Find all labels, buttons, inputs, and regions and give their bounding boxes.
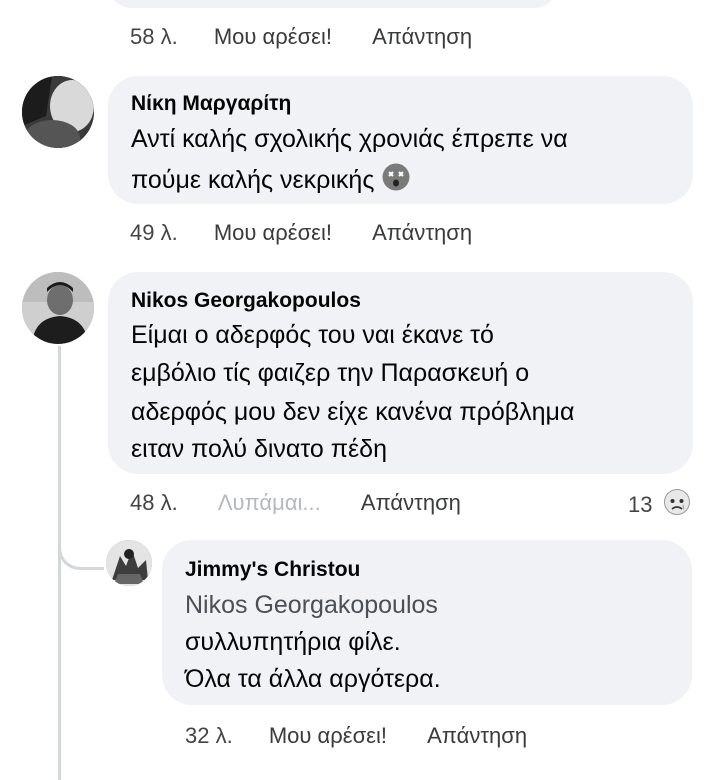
comment-author[interactable]: Nikos Georgakopoulos	[131, 289, 361, 313]
comment-meta: 49 λ. Μου αρέσει! Απάντηση	[130, 220, 472, 246]
reply-button[interactable]: Απάντηση	[372, 24, 472, 49]
reaction-count: 13	[628, 492, 653, 517]
avatar[interactable]	[22, 76, 94, 148]
comment-time: 49 λ.	[130, 220, 178, 245]
comment-text-line: Αντί καλής σχολικής χρονιάς έπρεπε να	[131, 125, 568, 153]
dizzy-face-emoji-icon	[381, 162, 411, 202]
comment-text-line: Είμαι ο αδερφός του ναι έκανε τό	[131, 321, 494, 349]
comment-text-line: Όλα τα άλλα αργότερα.	[185, 665, 441, 693]
previous-comment-bubble	[108, 0, 558, 8]
thread-connector-curve	[58, 520, 104, 570]
comment-meta: 48 λ. Λυπάμαι... Απάντηση	[130, 490, 461, 516]
reply-button[interactable]: Απάντηση	[372, 220, 472, 245]
reply-button[interactable]: Απάντηση	[361, 490, 461, 515]
like-button[interactable]: Μου αρέσει!	[269, 723, 387, 748]
comment-text-line: ειταν πολύ δινατο πέδη	[131, 435, 387, 463]
avatar[interactable]	[106, 540, 152, 586]
sad-reaction-icon	[663, 488, 691, 522]
comment-author[interactable]: Νίκη Μαργαρίτη	[131, 92, 291, 116]
comment-time: 58 λ.	[130, 24, 178, 49]
comment-text-line: πούμε καλής νεκρικής	[131, 162, 411, 202]
comment-text-line: πούμε καλής νεκρικής	[131, 166, 375, 194]
like-button[interactable]: Μου αρέσει!	[214, 220, 332, 245]
comment-author[interactable]: Jimmy's Christou	[185, 558, 360, 582]
reacted-sad-button[interactable]: Λυπάμαι...	[218, 490, 321, 515]
comment-time: 32 λ.	[185, 723, 233, 748]
thread-connector-line	[58, 346, 61, 780]
like-button[interactable]: Μου αρέσει!	[214, 24, 332, 49]
comment-meta: 32 λ. Μου αρέσει! Απάντηση	[185, 723, 527, 749]
comment-text-line: εμβόλιο τίς φαιζερ την Παρασκευή ο	[131, 359, 530, 387]
reply-button[interactable]: Απάντηση	[427, 723, 527, 748]
avatar[interactable]	[22, 272, 94, 344]
previous-comment-meta: 58 λ. Μου αρέσει! Απάντηση	[130, 24, 472, 50]
comment-text-line: συλλυπητήρια φίλε.	[185, 628, 401, 656]
comment-time: 48 λ.	[130, 490, 178, 515]
comment-text-line: αδερφός μου δεν είχε κανένα πρόβλημα	[131, 398, 575, 426]
reply-mention[interactable]: Nikos Georgakopoulos	[185, 588, 438, 623]
reaction-summary[interactable]: 13	[628, 488, 691, 522]
